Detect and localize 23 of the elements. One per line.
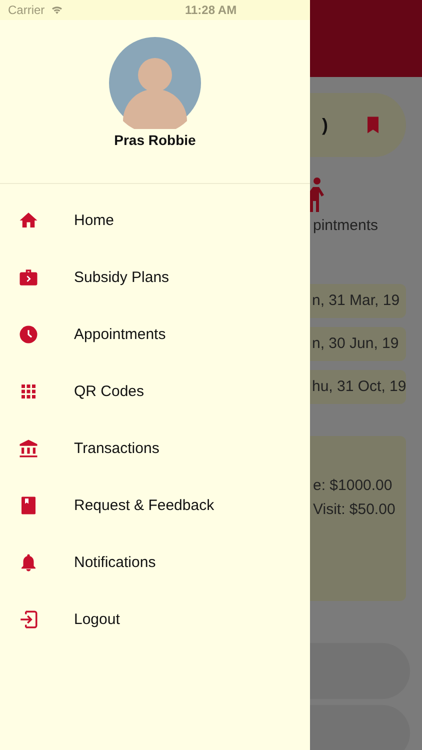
- menu-item[interactable]: Transactions: [0, 420, 310, 477]
- logout-icon: [18, 609, 39, 630]
- menu-item[interactable]: QR Codes: [0, 363, 310, 420]
- menu-item[interactable]: Logout: [0, 591, 310, 648]
- briefcase-icon: [18, 267, 39, 288]
- status-time: 11:28 AM: [185, 3, 237, 17]
- carrier-label: Carrier: [8, 3, 45, 17]
- info-text: e: $1000.00: [313, 476, 394, 496]
- menu-item[interactable]: Appointments: [0, 306, 310, 363]
- bank-icon: [18, 438, 39, 459]
- date-chip: hu, 31 Oct, 19: [310, 370, 406, 404]
- menu-item[interactable]: Notifications: [0, 534, 310, 591]
- date-chip: n, 30 Jun, 19: [310, 327, 406, 361]
- info-text: Visit: $50.00: [313, 500, 396, 520]
- card-text: ): [322, 114, 328, 136]
- wifi-icon: [50, 5, 63, 15]
- user-name: Pras Robbie: [114, 132, 196, 148]
- section-label: pintments: [313, 217, 378, 234]
- clock-icon: [18, 324, 39, 345]
- menu-item[interactable]: Home: [0, 192, 310, 249]
- date-chip: n, 31 Mar, 19: [310, 284, 406, 318]
- menu-item[interactable]: Request & Feedback: [0, 477, 310, 534]
- menu-item[interactable]: Subsidy Plans: [0, 249, 310, 306]
